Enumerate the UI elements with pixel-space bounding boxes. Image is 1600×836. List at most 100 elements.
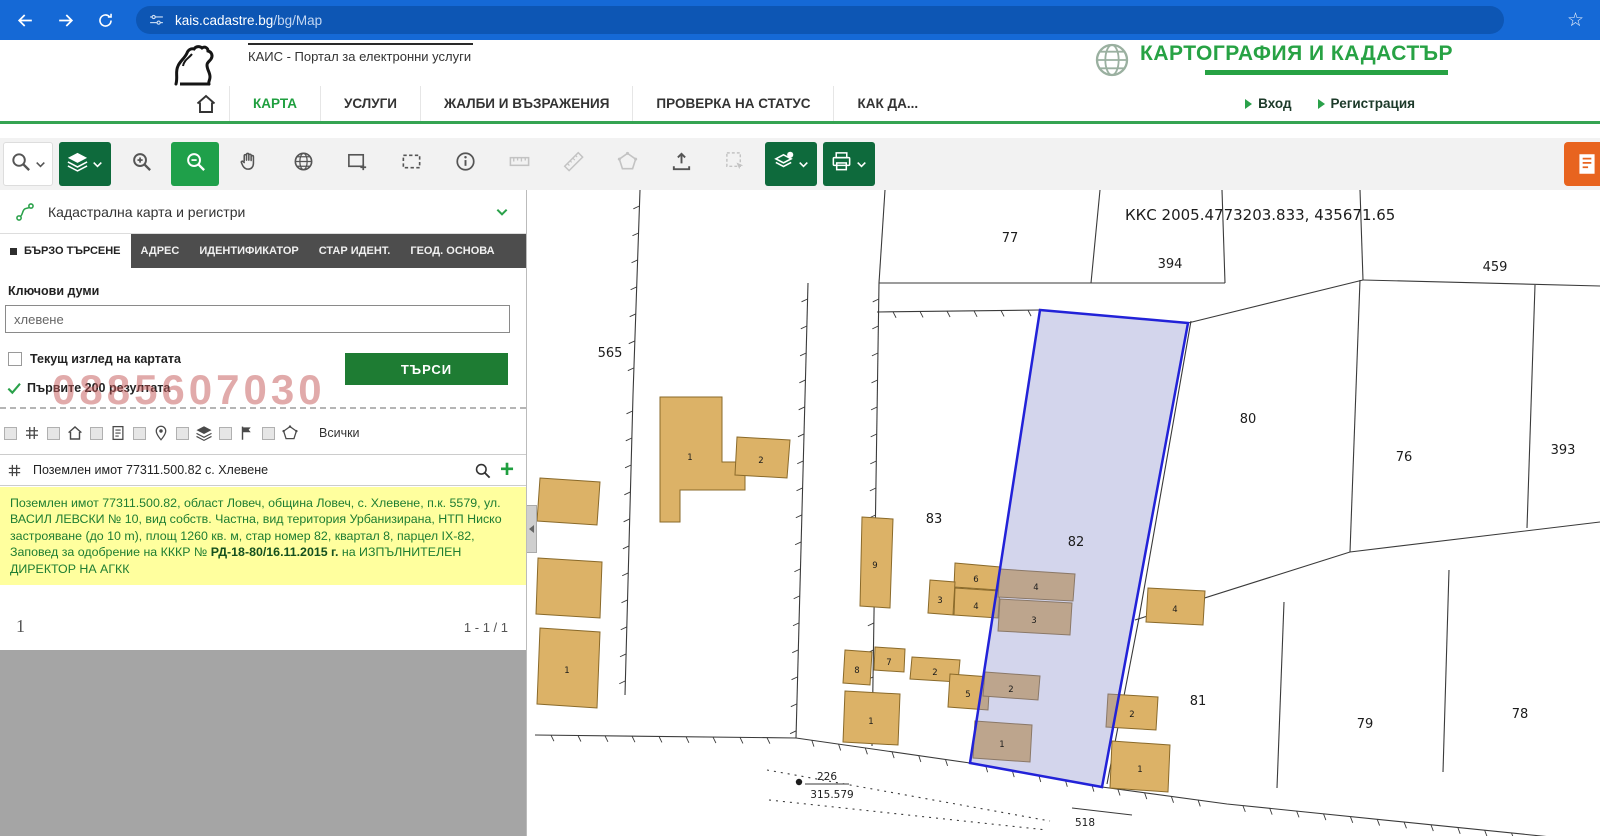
map-canvas[interactable]: 1296344348725211211773944595658076393838… <box>527 190 1600 836</box>
url-bar[interactable]: kais.cadastre.bg/bg/Map <box>136 6 1504 34</box>
zoom-to-result-icon[interactable] <box>473 461 492 480</box>
tool-rect-dash-button[interactable] <box>387 142 435 186</box>
map-label: 2 <box>758 456 763 466</box>
register-link[interactable]: Регистрация <box>1318 96 1415 111</box>
parcel-grid-icon <box>6 462 23 479</box>
cadastral-map[interactable]: 1296344348725211211773944595658076393838… <box>527 190 1600 836</box>
nav-item-карта[interactable]: КАРТА <box>229 86 320 121</box>
tab-адрес[interactable]: АДРЕС <box>131 234 190 268</box>
tool-zoom-out-button[interactable] <box>171 142 219 186</box>
pin-icon[interactable] <box>152 424 170 442</box>
chevron-down-icon[interactable] <box>34 158 47 171</box>
tab-идентификатор[interactable]: ИДЕНТИФИКАТОР <box>189 234 308 268</box>
kais-lion-logo <box>162 40 226 84</box>
chevron-down-icon[interactable] <box>855 158 868 171</box>
panel-header[interactable]: Кадастрална карта и регистри <box>0 190 526 234</box>
nav-item-проверка-на-статус[interactable]: ПРОВЕРКА НА СТАТУС <box>632 86 833 121</box>
tool-globe-button[interactable] <box>279 142 327 186</box>
nav-item-как-да-[interactable]: КАК ДА... <box>833 86 941 121</box>
filter-checkbox-layers[interactable] <box>176 427 189 440</box>
refresh-icon[interactable] <box>90 5 120 35</box>
tool-print-button[interactable] <box>823 142 875 186</box>
parcel-boundary <box>1091 190 1100 283</box>
measure-icon <box>508 150 531 178</box>
current-view-checkbox[interactable] <box>8 352 22 366</box>
agency-globe-icon <box>1092 40 1132 80</box>
chevron-down-icon[interactable] <box>494 204 510 220</box>
map-label: 226 <box>817 771 837 783</box>
hand-icon <box>238 150 261 178</box>
building-footprint[interactable] <box>660 397 745 522</box>
grid-icon[interactable] <box>23 424 41 442</box>
page-number[interactable]: 1 <box>16 616 25 637</box>
polygon-icon[interactable] <box>281 424 299 442</box>
cadastre-module-icon <box>14 201 36 223</box>
current-view-label: Текущ изглед на картата <box>30 352 181 366</box>
building-footprint[interactable] <box>536 558 602 618</box>
tool-hand-button[interactable] <box>225 142 273 186</box>
panel-collapse-handle[interactable] <box>527 505 537 553</box>
nav-items: КАРТАУСЛУГИЖАЛБИ И ВЪЗРАЖЕНИЯПРОВЕРКА НА… <box>229 86 941 121</box>
map-label: 6 <box>973 575 978 585</box>
tool-search-button[interactable] <box>3 142 53 186</box>
polygon-icon <box>616 150 639 178</box>
tool-info-button[interactable] <box>441 142 489 186</box>
nav-item-услуги[interactable]: УСЛУГИ <box>320 86 420 121</box>
back-icon[interactable] <box>10 5 40 35</box>
chevron-down-icon[interactable] <box>797 158 810 171</box>
object-type-filters: Всички <box>4 420 360 446</box>
parcel-boundary <box>1527 285 1535 528</box>
parcel-boundary <box>879 190 885 283</box>
map-label: 82 <box>1068 535 1085 550</box>
tool-zoom-in-button[interactable] <box>117 142 165 186</box>
map-label: 4 <box>1172 605 1177 615</box>
tool-upload-button[interactable] <box>657 142 705 186</box>
flag-icon[interactable] <box>238 424 256 442</box>
parcel-boundary <box>1222 190 1225 283</box>
filter-checkbox-document[interactable] <box>90 427 103 440</box>
chevron-down-icon[interactable] <box>91 158 104 171</box>
forward-icon[interactable] <box>50 5 80 35</box>
tool-layers-button[interactable] <box>59 142 111 186</box>
home-icon[interactable] <box>183 92 229 116</box>
filter-checkbox-pin[interactable] <box>133 427 146 440</box>
result-header-row[interactable]: Поземлен имот 77311.500.82 с. Хлевене + <box>0 454 526 486</box>
nav-item-жалби-и-възражения[interactable]: ЖАЛБИ И ВЪЗРАЖЕНИЯ <box>420 86 632 121</box>
map-label: 3 <box>937 596 942 606</box>
filter-all-label[interactable]: Всички <box>319 426 360 440</box>
search-button[interactable]: ТЪРСИ <box>345 353 508 385</box>
layers-icon <box>66 150 89 178</box>
building-footprint[interactable] <box>537 478 600 525</box>
panel-title: Кадастрална карта и регистри <box>48 204 245 220</box>
tab-quick-search[interactable]: БЪРЗО ТЪРСЕНЕ <box>0 234 131 268</box>
home-icon[interactable] <box>66 424 84 442</box>
tab-стар-идент-[interactable]: СТАР ИДЕНТ. <box>309 234 401 268</box>
keywords-input[interactable] <box>5 305 510 333</box>
login-link[interactable]: Вход <box>1245 96 1291 111</box>
parcel-boundary <box>625 190 640 695</box>
filter-checkbox-polygon[interactable] <box>262 427 275 440</box>
tool-layers-info-button[interactable] <box>765 142 817 186</box>
order-prefix: Заповед за одобрение на КККР № <box>10 545 211 559</box>
document-icon[interactable] <box>109 424 127 442</box>
arrow-marker-icon <box>1245 99 1252 109</box>
filter-checkbox-home[interactable] <box>47 427 60 440</box>
site-header: КАИС - Портал за електронни услуги КАРТО… <box>0 40 1600 86</box>
first200-checkbox[interactable] <box>6 380 22 396</box>
page-info: 1 - 1 / 1 <box>464 620 508 635</box>
site-settings-icon[interactable] <box>148 12 165 29</box>
filter-checkbox-grid[interactable] <box>4 427 17 440</box>
agency-brand: КАРТОГРАФИЯ И КАДАСТЪР <box>1140 42 1453 66</box>
parcel-boundary <box>1360 190 1363 280</box>
parcel-boundary <box>1350 280 1360 552</box>
tool-rect-plus-button[interactable] <box>333 142 381 186</box>
tab-геод-основа[interactable]: ГЕОД. ОСНОВА <box>400 234 504 268</box>
bookmark-star-icon[interactable]: ☆ <box>1567 9 1584 32</box>
add-result-icon[interactable]: + <box>500 458 514 482</box>
browser-bar: kais.cadastre.bg/bg/Map ☆ <box>0 0 1600 40</box>
filter-checkbox-flag[interactable] <box>219 427 232 440</box>
collapse-arrow-icon <box>529 525 534 533</box>
tool-measure-button <box>495 142 543 186</box>
layers-icon[interactable] <box>195 424 213 442</box>
side-panel-button[interactable] <box>1564 142 1600 186</box>
